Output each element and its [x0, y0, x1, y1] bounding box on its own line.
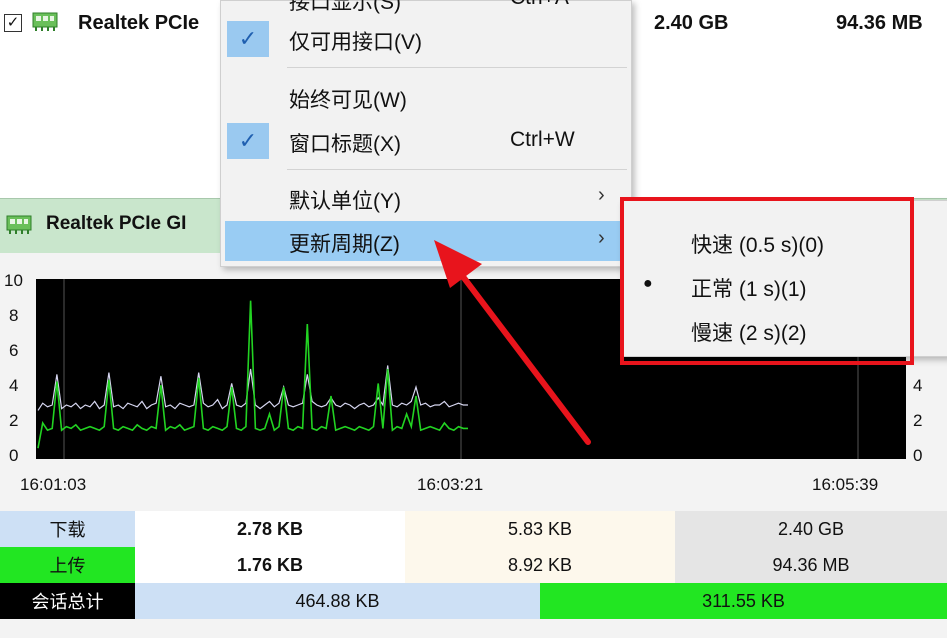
download-label: 下载 [0, 511, 135, 547]
download-total: 2.40 GB [675, 511, 947, 547]
menu-item-always-visible[interactable]: 始终可见(W) [221, 77, 631, 117]
menu-item-interface-display[interactable]: 接口显示(S) Ctrl+A [221, 0, 631, 19]
network-card-icon [32, 12, 58, 31]
annotation-highlight-box [620, 197, 914, 365]
adapter-name: Realtek PCIe [78, 12, 200, 34]
menu-item-label: 仅可用接口(V) [289, 31, 422, 54]
session-label: 会话总计 [0, 583, 135, 619]
session-upload: 311.55 KB [540, 583, 947, 619]
download-peak: 5.83 KB [405, 511, 675, 547]
check-icon: ✓ [227, 123, 269, 159]
y-tick-left: 2 [9, 411, 19, 430]
y-tick-left: 0 [9, 446, 19, 465]
adapter-download-total: 2.40 GB [654, 12, 729, 34]
menu-item-shortcut: Ctrl+W [510, 128, 575, 151]
x-tick: 16:03:21 [417, 475, 484, 494]
menu-item-label: 更新周期(Z) [289, 233, 400, 256]
chevron-right-icon: › [598, 184, 605, 206]
menu-item-default-unit[interactable]: 默认单位(Y) › [221, 178, 631, 218]
upload-current: 1.76 KB [135, 547, 405, 583]
upload-total: 94.36 MB [675, 547, 947, 583]
network-card-icon [6, 215, 32, 234]
y-tick-right: 4 [913, 376, 923, 395]
menu-item-label: 始终可见(W) [289, 89, 407, 112]
y-tick-left: 8 [9, 306, 19, 325]
menu-separator [287, 169, 627, 170]
menu-item-label: 窗口标题(X) [289, 133, 401, 156]
menu-separator [287, 67, 627, 68]
x-tick: 16:05:39 [812, 475, 879, 494]
y-tick-left: 6 [9, 341, 19, 360]
y-tick-right: 2 [913, 411, 923, 430]
adapter-checkbox[interactable]: ✓ [4, 14, 22, 32]
annotation-arrow-icon [434, 240, 591, 445]
menu-item-available-only[interactable]: ✓ 仅可用接口(V) [221, 19, 631, 59]
session-download: 464.88 KB [135, 583, 540, 619]
check-icon: ✓ [227, 21, 269, 57]
x-tick: 16:01:03 [20, 475, 87, 494]
menu-item-window-title[interactable]: ✓ 窗口标题(X) Ctrl+W [221, 121, 631, 161]
upload-label: 上传 [0, 547, 135, 583]
y-tick-left: 4 [9, 376, 19, 395]
menu-item-label: 默认单位(Y) [289, 190, 401, 213]
y-tick-left: 10 [4, 271, 23, 290]
adapter-detail-name: Realtek PCIe GI [46, 213, 187, 234]
y-tick-right: 0 [913, 446, 923, 465]
context-menu: 接口显示(S) Ctrl+A ✓ 仅可用接口(V) 始终可见(W) ✓ 窗口标题… [220, 0, 632, 267]
upload-peak: 8.92 KB [405, 547, 675, 583]
status-strip [0, 619, 947, 638]
download-current: 2.78 KB [135, 511, 405, 547]
adapter-upload-total: 94.36 MB [836, 12, 923, 34]
